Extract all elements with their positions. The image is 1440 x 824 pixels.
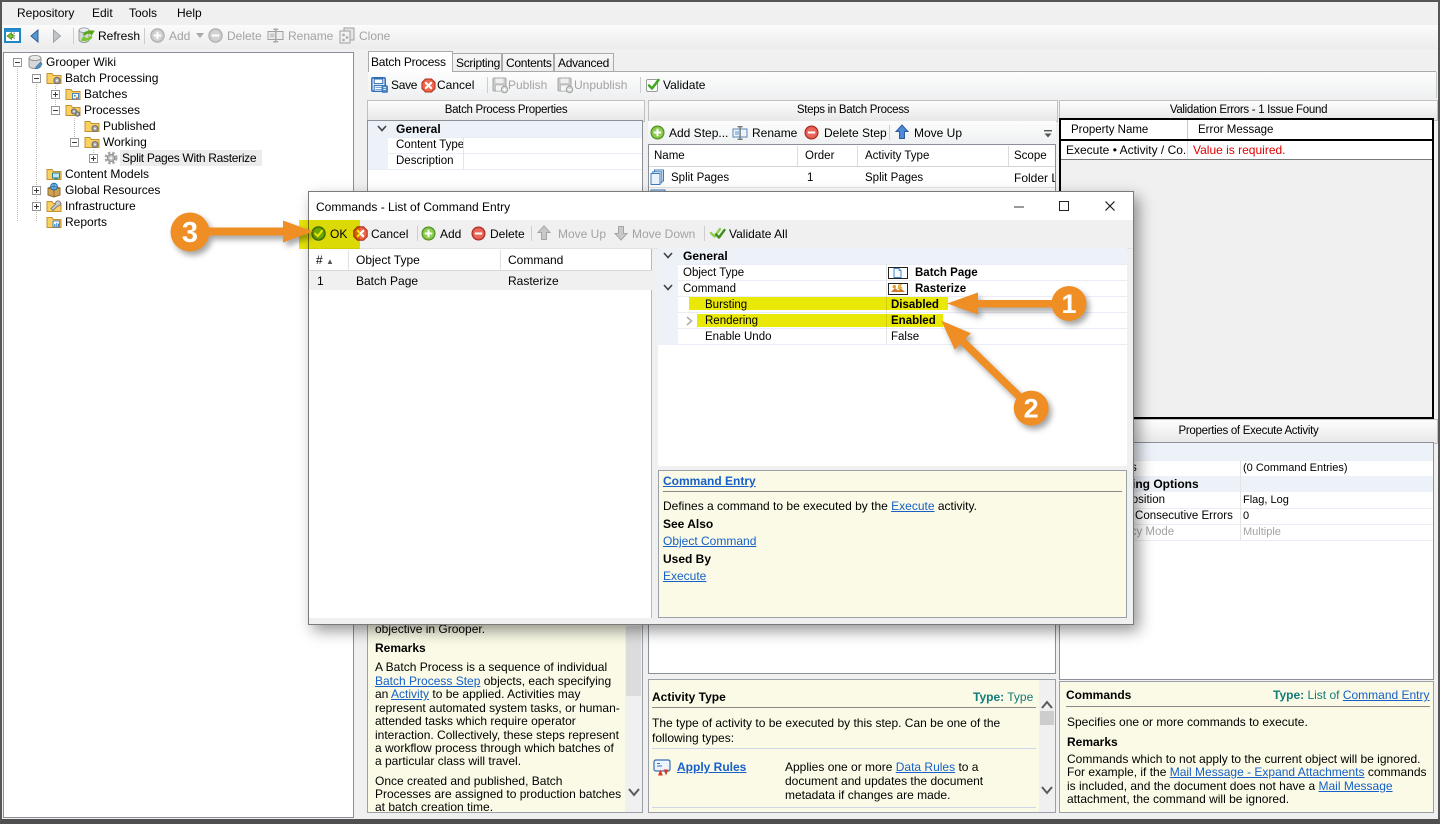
svg-text:3: 3 — [182, 217, 198, 249]
svg-text:1: 1 — [1061, 289, 1076, 319]
svg-text:2: 2 — [1024, 394, 1039, 424]
